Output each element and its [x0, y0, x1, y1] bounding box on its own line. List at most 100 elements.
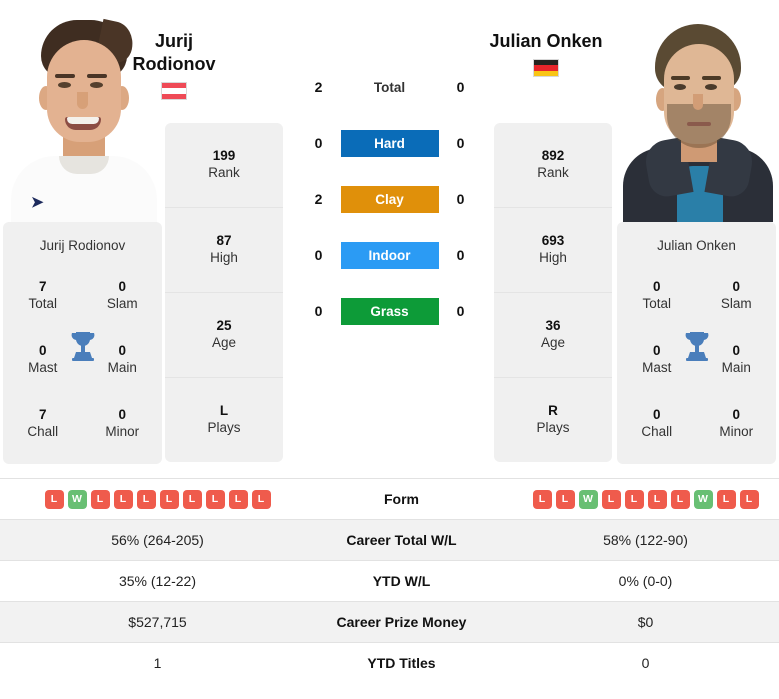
h2h-indoor-right: 0 — [456, 247, 465, 263]
left-titles-row-3: 7 Chall 0 Minor — [3, 392, 162, 456]
row-label-ytd-titles: YTD Titles — [315, 642, 488, 684]
left-titles-slam: 0 Slam — [106, 279, 138, 312]
right-titles-row-1: 0 Total 0 Slam — [617, 264, 776, 328]
ytd-titles-right: 0 — [488, 642, 779, 684]
right-titles-total: 0 Total — [642, 279, 672, 312]
head-to-head-column: Jurij Rodionov Julian Onken 2 Total 0 0 … — [133, 0, 603, 478]
h2h-clay-left: 2 — [314, 191, 323, 207]
career-prize-money-left: $527,715 — [0, 601, 315, 643]
left-titles-minor: 0 Minor — [105, 407, 140, 440]
h2h-clay-badge[interactable]: Clay — [340, 185, 439, 213]
left-player-name[interactable]: Jurij Rodionov — [79, 30, 269, 101]
form-badge-loss[interactable]: L — [113, 489, 133, 509]
right-player-name-line1: Julian Onken — [489, 31, 603, 51]
form-badge-loss[interactable]: L — [136, 489, 156, 509]
trophy-icon — [680, 328, 714, 364]
right-stat-column: 892 Rank 693 High 36 Age R Plays — [494, 123, 614, 462]
form-left-cell: LWLLLLLLLL — [0, 478, 315, 520]
form-badge-loss[interactable]: L — [228, 489, 248, 509]
table-row-career-total-wl: 56% (264-205) Career Total W/L 58% (122-… — [0, 519, 779, 561]
ytd-wl-right: 0% (0-0) — [488, 560, 779, 602]
h2h-hard-right: 0 — [456, 135, 465, 151]
h2h-total-left: 2 — [314, 79, 323, 95]
left-form-strip: LWLLLLLLLL — [4, 489, 311, 509]
h2h-total-label: Total — [373, 79, 406, 95]
h2h-grass-badge[interactable]: Grass — [340, 297, 439, 325]
left-stat-column: 199 Rank 87 High 25 Age L Plays — [165, 123, 285, 462]
table-row-ytd-titles: 1 YTD Titles 0 — [0, 642, 779, 684]
right-player-column: Julian Onken 0 Total 0 Slam 0 Mast 0 Mai… — [614, 0, 779, 464]
h2h-grass-right: 0 — [456, 303, 465, 319]
trophy-icon — [66, 328, 100, 364]
h2h-grass-left: 0 — [314, 303, 323, 319]
left-stat-rank: 199 Rank — [165, 123, 283, 208]
right-titles-card-name: Julian Onken — [657, 238, 736, 253]
form-badge-loss[interactable]: L — [601, 489, 621, 509]
row-label-career-prize-money: Career Prize Money — [315, 601, 488, 643]
form-badge-loss[interactable]: L — [647, 489, 667, 509]
h2h-row-total: 2 Total 0 — [285, 59, 494, 115]
form-badge-loss[interactable]: L — [44, 489, 64, 509]
right-player-portrait — [617, 0, 776, 222]
right-stat-card: 892 Rank 693 High 36 Age R Plays — [494, 123, 612, 462]
right-stat-rank: 892 Rank — [494, 123, 612, 208]
left-titles-chall: 7 Chall — [27, 407, 59, 440]
row-label-form: Form — [315, 478, 488, 520]
form-badge-loss[interactable]: L — [532, 489, 552, 509]
comparison-header: ➤ Jurij Rodionov 7 Total 0 Slam 0 Mast 0… — [0, 0, 779, 478]
h2h-indoor-left: 0 — [314, 247, 323, 263]
left-player-name-line1: Jurij — [154, 31, 193, 51]
row-label-career-total-wl: Career Total W/L — [315, 519, 488, 561]
career-total-wl-left: 56% (264-205) — [0, 519, 315, 561]
h2h-hard-badge[interactable]: Hard — [340, 129, 439, 157]
form-badge-win[interactable]: W — [578, 489, 598, 509]
left-stat-card: 199 Rank 87 High 25 Age L Plays — [165, 123, 283, 462]
left-titles-card: Jurij Rodionov 7 Total 0 Slam 0 Mast 0 M… — [3, 222, 162, 464]
form-badge-loss[interactable]: L — [159, 489, 179, 509]
h2h-clay-right: 0 — [456, 191, 465, 207]
surface-breakdown: 2 Total 0 0 Hard 0 2 Clay 0 0 Indoor 0 0… — [285, 59, 494, 339]
form-badge-win[interactable]: W — [67, 489, 87, 509]
form-badge-loss[interactable]: L — [205, 489, 225, 509]
left-titles-row-1: 7 Total 0 Slam — [3, 264, 162, 328]
player-comparison-page: ➤ Jurij Rodionov 7 Total 0 Slam 0 Mast 0… — [0, 0, 779, 699]
right-form-strip: LLWLLLLWLL — [492, 489, 779, 509]
h2h-row-grass: 0 Grass 0 — [285, 283, 494, 339]
form-badge-loss[interactable]: L — [670, 489, 690, 509]
comparison-stats-table: LWLLLLLLLL Form LLWLLLLWLL 56% (264-205)… — [0, 478, 779, 684]
left-titles-card-name: Jurij Rodionov — [39, 238, 126, 253]
left-titles-grid: 7 Total 0 Slam 0 Mast 0 Main 7 Chall 0 M… — [3, 264, 162, 456]
row-label-ytd-wl: YTD W/L — [315, 560, 488, 602]
ytd-titles-left: 1 — [0, 642, 315, 684]
form-badge-loss[interactable]: L — [555, 489, 575, 509]
h2h-row-clay: 2 Clay 0 — [285, 171, 494, 227]
apparel-brand-logo: ➤ — [31, 194, 44, 211]
form-badge-loss[interactable]: L — [739, 489, 759, 509]
form-right-cell: LLWLLLLWLL — [488, 478, 779, 520]
left-stat-high: 87 High — [165, 208, 283, 293]
form-badge-win[interactable]: W — [693, 489, 713, 509]
left-titles-total: 7 Total — [28, 279, 58, 312]
form-badge-loss[interactable]: L — [624, 489, 644, 509]
form-badge-loss[interactable]: L — [182, 489, 202, 509]
right-titles-row-3: 0 Chall 0 Minor — [617, 392, 776, 456]
h2h-indoor-badge[interactable]: Indoor — [340, 241, 439, 269]
form-badge-loss[interactable]: L — [90, 489, 110, 509]
right-stat-age: 36 Age — [494, 293, 612, 378]
form-badge-loss[interactable]: L — [716, 489, 736, 509]
table-row-ytd-wl: 35% (12-22) YTD W/L 0% (0-0) — [0, 560, 779, 602]
ytd-wl-left: 35% (12-22) — [0, 560, 315, 602]
right-stat-high: 693 High — [494, 208, 612, 293]
career-total-wl-right: 58% (122-90) — [488, 519, 779, 561]
left-stat-age: 25 Age — [165, 293, 283, 378]
table-row-form: LWLLLLLLLL Form LLWLLLLWLL — [0, 478, 779, 520]
flag-germany-icon — [533, 59, 559, 78]
h2h-row-indoor: 0 Indoor 0 — [285, 227, 494, 283]
table-row-career-prize-money: $527,715 Career Prize Money $0 — [0, 601, 779, 643]
career-prize-money-right: $0 — [488, 601, 779, 643]
right-titles-slam: 0 Slam — [720, 279, 752, 312]
form-badge-loss[interactable]: L — [251, 489, 271, 509]
flag-austria-icon — [161, 82, 187, 101]
right-player-photo[interactable] — [617, 0, 776, 222]
right-titles-chall: 0 Chall — [641, 407, 673, 440]
